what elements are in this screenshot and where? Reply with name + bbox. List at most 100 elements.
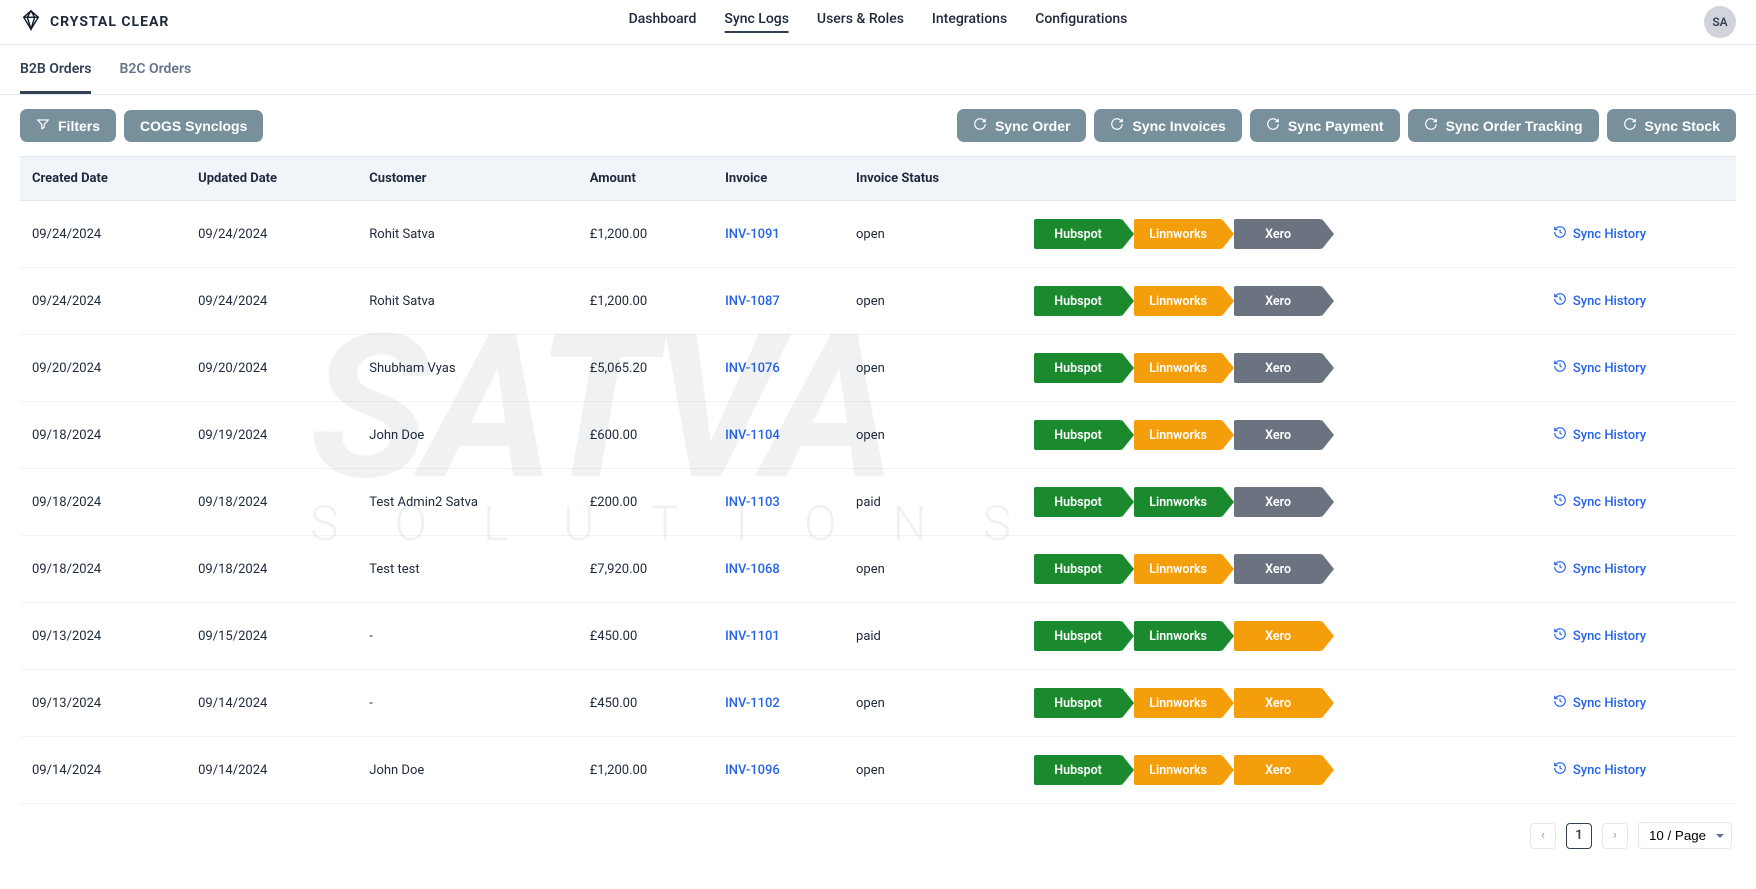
badge-xero[interactable]: Xero	[1234, 621, 1322, 651]
badge-xero[interactable]: Xero	[1234, 755, 1322, 785]
badge-linnworks[interactable]: Linnworks	[1134, 420, 1222, 450]
tab-b-c-orders[interactable]: B2C Orders	[119, 61, 191, 94]
badge-xero[interactable]: Xero	[1234, 554, 1322, 584]
badge-hubspot[interactable]: Hubspot	[1034, 755, 1122, 785]
sync-history-link[interactable]: Sync History	[1553, 426, 1646, 444]
badge-hubspot[interactable]: Hubspot	[1034, 219, 1122, 249]
page-number-current[interactable]: 1	[1566, 823, 1592, 849]
invoice-link[interactable]: INV-1091	[725, 227, 780, 242]
invoice-link[interactable]: INV-1101	[725, 629, 780, 644]
cell-invoice: INV-1068	[713, 536, 844, 603]
badge-label: Xero	[1265, 227, 1291, 242]
sync-invoices-label: Sync Invoices	[1132, 118, 1225, 134]
sync-history-link[interactable]: Sync History	[1553, 627, 1646, 645]
sync-tracking-label: Sync Order Tracking	[1446, 118, 1583, 134]
table-row: 09/18/202409/18/2024Test Admin2 Satva£20…	[20, 469, 1736, 536]
sync-history-link[interactable]: Sync History	[1553, 292, 1646, 310]
invoice-link[interactable]: INV-1087	[725, 294, 780, 309]
invoice-link[interactable]: INV-1096	[725, 763, 780, 778]
prev-page-button[interactable]: ‹	[1530, 823, 1556, 849]
avatar[interactable]: SA	[1704, 6, 1736, 38]
sync-stock-button[interactable]: Sync Stock	[1607, 109, 1736, 142]
cell-status: paid	[844, 469, 1022, 536]
cell-badges: Hubspot Linnworks Xero	[1022, 737, 1541, 804]
sync-order-button[interactable]: Sync Order	[957, 109, 1086, 142]
invoice-link[interactable]: INV-1102	[725, 696, 780, 711]
cell-amount: £1,200.00	[578, 201, 713, 268]
badge-label: Linnworks	[1149, 227, 1207, 242]
badge-hubspot[interactable]: Hubspot	[1034, 353, 1122, 383]
nav-integrations[interactable]: Integrations	[932, 11, 1007, 33]
badge-linnworks[interactable]: Linnworks	[1134, 286, 1222, 316]
cell-badges: Hubspot Linnworks Xero	[1022, 201, 1541, 268]
cell-invoice: INV-1087	[713, 268, 844, 335]
sync-payment-button[interactable]: Sync Payment	[1250, 109, 1400, 142]
sync-history-link[interactable]: Sync History	[1553, 560, 1646, 578]
badge-xero[interactable]: Xero	[1234, 353, 1322, 383]
cell-sync-history: Sync History	[1541, 670, 1736, 737]
badge-hubspot[interactable]: Hubspot	[1034, 554, 1122, 584]
cogs-synclogs-button[interactable]: COGS Synclogs	[124, 110, 263, 142]
sync-history-link[interactable]: Sync History	[1553, 359, 1646, 377]
badge-xero[interactable]: Xero	[1234, 219, 1322, 249]
invoice-link[interactable]: INV-1076	[725, 361, 780, 376]
sync-stock-label: Sync Stock	[1645, 118, 1720, 134]
nav-configurations[interactable]: Configurations	[1035, 11, 1127, 33]
invoice-link[interactable]: INV-1103	[725, 495, 780, 510]
nav-dashboard[interactable]: Dashboard	[629, 11, 697, 33]
badge-linnworks[interactable]: Linnworks	[1134, 554, 1222, 584]
cell-updated-date: 09/18/2024	[186, 536, 357, 603]
cell-updated-date: 09/20/2024	[186, 335, 357, 402]
badge-label: Linnworks	[1149, 428, 1207, 443]
invoice-link[interactable]: INV-1068	[725, 562, 780, 577]
badge-xero[interactable]: Xero	[1234, 286, 1322, 316]
cell-status: open	[844, 670, 1022, 737]
badge-linnworks[interactable]: Linnworks	[1134, 688, 1222, 718]
badge-label: Xero	[1265, 428, 1291, 443]
col-invoice-status: Invoice Status	[844, 157, 1022, 201]
badge-xero[interactable]: Xero	[1234, 487, 1322, 517]
cell-created-date: 09/13/2024	[20, 603, 186, 670]
badge-linnworks[interactable]: Linnworks	[1134, 219, 1222, 249]
history-icon	[1553, 359, 1567, 377]
cell-amount: £450.00	[578, 670, 713, 737]
badge-hubspot[interactable]: Hubspot	[1034, 487, 1122, 517]
cell-created-date: 09/13/2024	[20, 670, 186, 737]
sync-history-link[interactable]: Sync History	[1553, 225, 1646, 243]
tab-b-b-orders[interactable]: B2B Orders	[20, 61, 91, 94]
chevron-right-icon: ›	[1613, 828, 1617, 843]
badge-hubspot[interactable]: Hubspot	[1034, 420, 1122, 450]
badge-linnworks[interactable]: Linnworks	[1134, 755, 1222, 785]
next-page-button[interactable]: ›	[1602, 823, 1628, 849]
col-customer: Customer	[357, 157, 577, 201]
badge-label: Hubspot	[1054, 495, 1102, 510]
cell-updated-date: 09/14/2024	[186, 670, 357, 737]
badge-xero[interactable]: Xero	[1234, 420, 1322, 450]
refresh-icon	[1623, 117, 1637, 134]
cell-amount: £5,065.20	[578, 335, 713, 402]
badge-hubspot[interactable]: Hubspot	[1034, 286, 1122, 316]
badge-linnworks[interactable]: Linnworks	[1134, 353, 1222, 383]
sync-history-link[interactable]: Sync History	[1553, 694, 1646, 712]
badge-linnworks[interactable]: Linnworks	[1134, 487, 1222, 517]
filters-button[interactable]: Filters	[20, 109, 116, 142]
col-blank	[1541, 157, 1736, 201]
nav-users-roles[interactable]: Users & Roles	[817, 11, 904, 33]
sync-tracking-button[interactable]: Sync Order Tracking	[1408, 109, 1599, 142]
sync-history-label: Sync History	[1573, 562, 1646, 577]
sync-history-link[interactable]: Sync History	[1553, 761, 1646, 779]
cell-status: paid	[844, 603, 1022, 670]
badge-hubspot[interactable]: Hubspot	[1034, 688, 1122, 718]
badge-xero[interactable]: Xero	[1234, 688, 1322, 718]
cell-invoice: INV-1101	[713, 603, 844, 670]
nav-sync-logs[interactable]: Sync Logs	[724, 11, 789, 33]
sync-history-link[interactable]: Sync History	[1553, 493, 1646, 511]
badge-label: Hubspot	[1054, 696, 1102, 711]
invoice-link[interactable]: INV-1104	[725, 428, 780, 443]
badge-hubspot[interactable]: Hubspot	[1034, 621, 1122, 651]
badge-linnworks[interactable]: Linnworks	[1134, 621, 1222, 651]
sync-invoices-button[interactable]: Sync Invoices	[1094, 109, 1241, 142]
page-size-select[interactable]: 10 / Page	[1638, 822, 1732, 849]
cell-sync-history: Sync History	[1541, 737, 1736, 804]
page-size-select-wrap[interactable]: 10 / Page	[1638, 822, 1732, 849]
